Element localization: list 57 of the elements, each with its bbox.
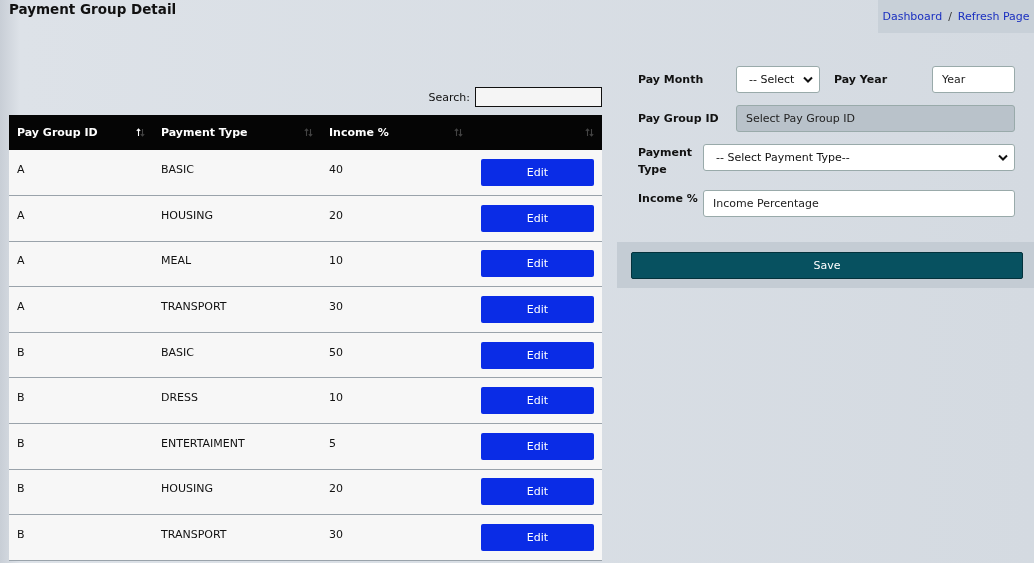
edit-button[interactable]: Edit: [481, 159, 594, 187]
edit-button[interactable]: Edit: [481, 204, 594, 232]
table-cell: MEAL: [153, 241, 321, 287]
field-label: Pay Month: [638, 72, 705, 88]
payment-type-select[interactable]: -- Select Payment Type--: [703, 144, 1015, 171]
column-header[interactable]: Payment Type: [153, 115, 321, 150]
table-cell: TRANSPORT: [153, 514, 321, 561]
table-cell: 30: [321, 514, 471, 561]
table-cell: A: [9, 150, 153, 196]
column-header[interactable]: Income %: [321, 115, 471, 150]
table-cell: 30: [321, 286, 471, 333]
edit-button[interactable]: Edit: [481, 432, 594, 460]
table-cell: 10: [321, 377, 471, 424]
table-cell: BASIC: [153, 150, 321, 196]
search-field[interactable]: [475, 87, 602, 107]
table-cell: TRANSPORT: [153, 286, 321, 333]
field-label: Payment Type: [638, 145, 694, 178]
year-field[interactable]: Year: [932, 66, 1015, 93]
edit-button[interactable]: Edit: [481, 478, 594, 506]
column-header[interactable]: Pay Group ID: [9, 115, 153, 150]
page-title: Payment Group Detail: [9, 0, 178, 19]
edit-button[interactable]: Edit: [481, 341, 594, 369]
income-field[interactable]: Income Percentage: [703, 190, 1015, 217]
table-cell: B: [9, 514, 153, 561]
table-cell: ENTERTAIMENT: [153, 423, 321, 470]
month-select[interactable]: -- Select: [736, 66, 820, 93]
table-cell: DRESS: [153, 377, 321, 424]
table-cell: A: [9, 195, 153, 242]
breadcrumb-link[interactable]: Dashboard: [882, 10, 943, 23]
table-cell: 10: [321, 241, 471, 287]
edit-button[interactable]: Edit: [481, 296, 594, 324]
table-cell: A: [9, 241, 153, 287]
breadcrumb-link[interactable]: Refresh Page: [957, 10, 1030, 23]
edit-button[interactable]: Edit: [481, 250, 594, 278]
edit-button[interactable]: Edit: [481, 387, 594, 415]
field-label: Income %: [638, 191, 698, 207]
table-cell: A: [9, 286, 153, 333]
table-cell: B: [9, 377, 153, 424]
table-cell: B: [9, 423, 153, 470]
table-cell: 40: [321, 150, 471, 196]
table-cell: 50: [321, 332, 471, 378]
field-label: Pay Year: [834, 72, 889, 88]
edit-button[interactable]: Edit: [481, 524, 594, 552]
field-label: Pay Group ID: [638, 111, 720, 127]
table-cell: 20: [321, 469, 471, 515]
breadcrumb-separator: /: [948, 10, 952, 23]
save-button[interactable]: Save: [631, 252, 1023, 279]
search-label: Search:: [428, 90, 470, 104]
chevron-icon: [998, 154, 1008, 161]
chevron-icon: [803, 76, 813, 83]
table-cell: 5: [321, 423, 471, 470]
table-cell: BASIC: [153, 332, 321, 378]
table-cell: 20: [321, 195, 471, 242]
table-cell: HOUSING: [153, 195, 321, 242]
table-cell: B: [9, 332, 153, 378]
table-cell: HOUSING: [153, 469, 321, 515]
table-cell: B: [9, 469, 153, 515]
